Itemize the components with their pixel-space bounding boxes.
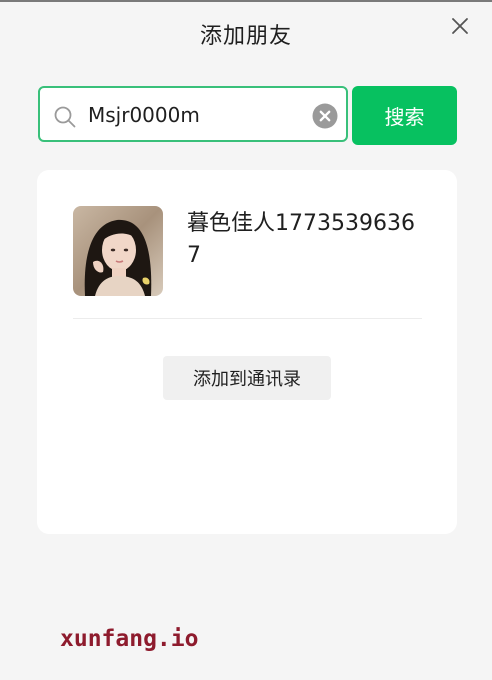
search-field[interactable] (38, 86, 348, 142)
search-result-card: 暮色佳人17735396367 添加到通讯录 (37, 170, 457, 534)
contact-name: 暮色佳人17735396367 (187, 211, 415, 268)
add-to-contacts-button[interactable]: 添加到通讯录 (163, 356, 331, 400)
search-icon (54, 106, 76, 128)
search-button[interactable]: 搜索 (352, 86, 457, 145)
add-friend-dialog: 添加朋友 搜索 (0, 0, 492, 680)
dialog-title: 添加朋友 (199, 24, 292, 49)
divider (73, 318, 422, 319)
clear-circle-icon[interactable] (312, 103, 338, 129)
window-top-border (0, 0, 492, 2)
avatar[interactable] (73, 206, 163, 296)
search-input[interactable] (88, 98, 298, 132)
close-icon[interactable] (450, 16, 470, 36)
watermark-text: xunfang.io (60, 626, 199, 652)
